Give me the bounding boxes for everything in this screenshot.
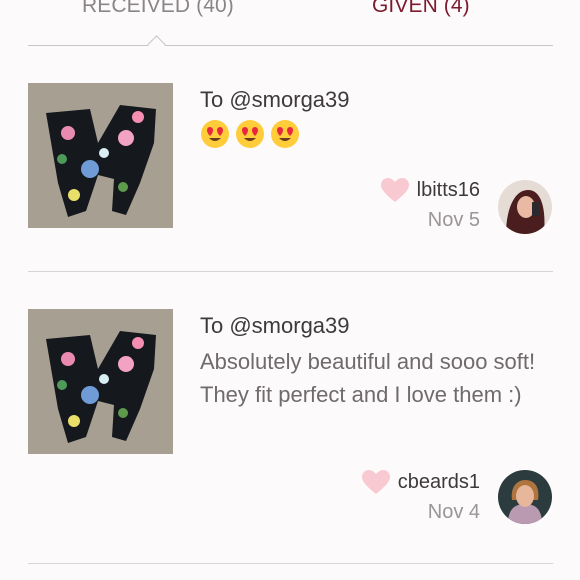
review-emoji-comment [200,119,300,149]
reviewer-row: cbeards1 [361,470,480,495]
heart-icon[interactable] [380,178,409,203]
tab-bar: RECEIVED (40) GIVEN (4) [0,0,580,54]
review-comment: Absolutely beautiful and sooo soft! They… [200,349,536,407]
active-tab-indicator [147,35,166,54]
avatar[interactable] [498,180,552,234]
review-divider [28,271,553,272]
tab-received-label: RECEIVED [82,0,191,17]
tab-received[interactable]: RECEIVED (40) [82,0,234,18]
heart-eyes-emoji-icon [271,120,299,148]
heart-eyes-emoji-icon [236,120,264,148]
reviewer-row: lbitts16 [380,178,480,203]
reviewer-username[interactable]: lbitts16 [417,179,480,202]
listing-thumbnail[interactable] [28,309,173,454]
review-recipient: To @smorga39 [200,313,350,338]
review-date: Nov 4 [427,501,480,523]
review-date: Nov 5 [427,209,480,231]
review-recipient: To @smorga39 [200,87,350,112]
tab-given[interactable]: GIVEN (4) [372,0,470,18]
heart-icon[interactable] [361,470,390,495]
heart-eyes-emoji-icon [201,120,229,148]
listing-thumbnail[interactable] [28,83,173,228]
tab-divider [28,45,553,46]
review-divider [28,563,553,564]
reviewer-username[interactable]: cbeards1 [398,471,480,494]
avatar[interactable] [498,470,552,524]
tab-received-count: (40) [196,0,234,17]
